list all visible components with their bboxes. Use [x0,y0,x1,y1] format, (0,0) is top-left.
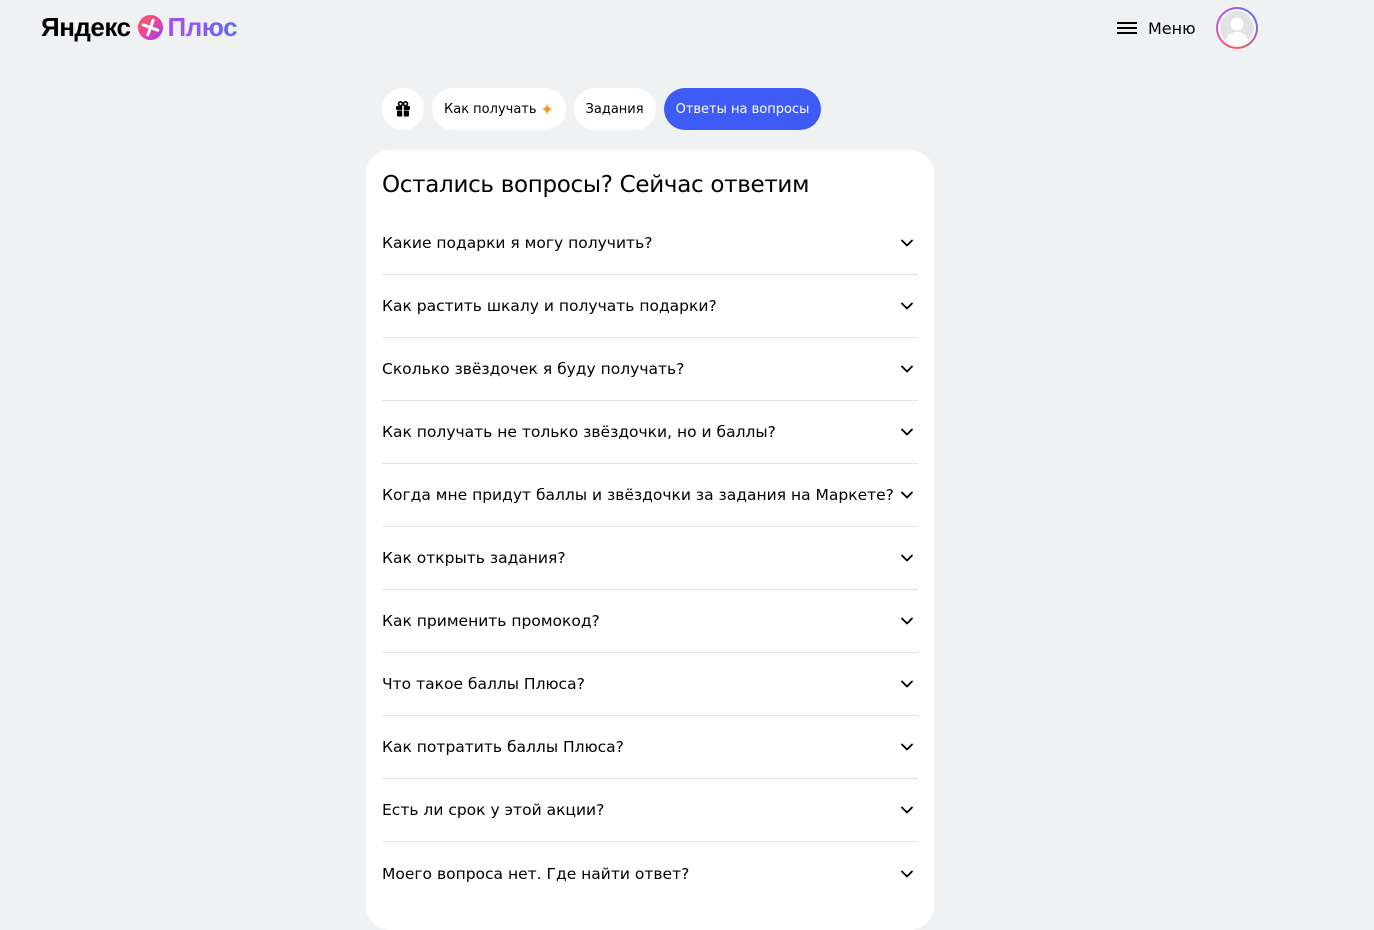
chevron-down-icon [901,365,913,373]
plus-logo-icon [137,14,163,40]
chevron-down-icon [901,302,913,310]
faq-item[interactable]: Что такое баллы Плюса? [382,653,918,716]
faq-card: Остались вопросы? Сейчас ответим Какие п… [366,150,934,930]
user-silhouette-icon [1220,11,1254,45]
section-tabs: Как получать Задания Ответы на вопросы [382,88,822,130]
faq-item[interactable]: Когда мне придут баллы и звёздочки за за… [382,464,918,527]
faq-question: Что такое баллы Плюса? [382,675,585,693]
faq-title: Остались вопросы? Сейчас ответим [382,172,810,198]
chevron-down-icon [901,239,913,247]
logo-brand-text: Яндекс [41,11,131,42]
faq-question: Какие подарки я могу получить? [382,234,653,252]
faq-item[interactable]: Какие подарки я могу получить? [382,212,918,275]
chevron-down-icon [901,870,913,877]
chevron-down-icon [901,743,913,751]
menu-label: Меню [1148,18,1196,38]
faq-item[interactable]: Есть ли срок у этой акции? [382,779,918,842]
chevron-down-icon [901,491,913,499]
faq-question: Как получать не только звёздочки, но и б… [382,423,776,441]
faq-question: Как потратить баллы Плюса? [382,738,624,756]
faq-question: Моего вопроса нет. Где найти ответ? [382,864,690,883]
faq-item[interactable]: Как потратить баллы Плюса? [382,716,918,779]
faq-item[interactable]: Как растить шкалу и получать подарки? [382,275,918,338]
faq-item[interactable]: Как открыть задания? [382,527,918,590]
faq-list: Какие подарки я могу получить? Как растит… [382,212,918,905]
faq-question: Как открыть задания? [382,549,566,567]
gift-icon [396,100,410,117]
chevron-down-icon [901,428,913,436]
chevron-down-icon [901,806,913,814]
user-avatar[interactable] [1216,7,1258,49]
tab-how-to-get-label: Как получать [444,101,537,117]
chevron-down-icon [901,554,913,562]
chevron-down-icon [901,680,913,688]
faq-item[interactable]: Моего вопроса нет. Где найти ответ? [382,842,918,905]
faq-question: Когда мне придут баллы и звёздочки за за… [382,486,894,504]
tab-how-to-get[interactable]: Как получать [432,88,566,130]
logo-product-text: Плюс [167,11,238,42]
faq-question: Есть ли срок у этой акции? [382,801,605,819]
hamburger-menu-icon [1117,22,1137,34]
menu-button[interactable]: Меню [1116,14,1196,42]
faq-question: Как растить шкалу и получать подарки? [382,297,717,315]
faq-item[interactable]: Как получать не только звёздочки, но и б… [382,401,918,464]
star-icon [540,103,553,115]
tab-tasks-label: Задания [585,101,644,117]
tab-tasks[interactable]: Задания [573,88,656,130]
chevron-down-icon [901,617,913,625]
tab-faq-label: Ответы на вопросы [675,101,810,117]
yandex-plus-logo[interactable]: Яндекс Плюс [41,11,238,42]
top-header: Яндекс Плюс Меню [0,0,1374,56]
faq-item[interactable]: Сколько звёздочек я буду получать? [382,338,918,401]
faq-question: Как применить промокод? [382,612,600,630]
faq-question: Сколько звёздочек я буду получать? [382,360,685,378]
faq-item[interactable]: Как применить промокод? [382,590,918,653]
tab-faq[interactable]: Ответы на вопросы [663,88,822,130]
tab-gifts[interactable] [382,88,424,130]
